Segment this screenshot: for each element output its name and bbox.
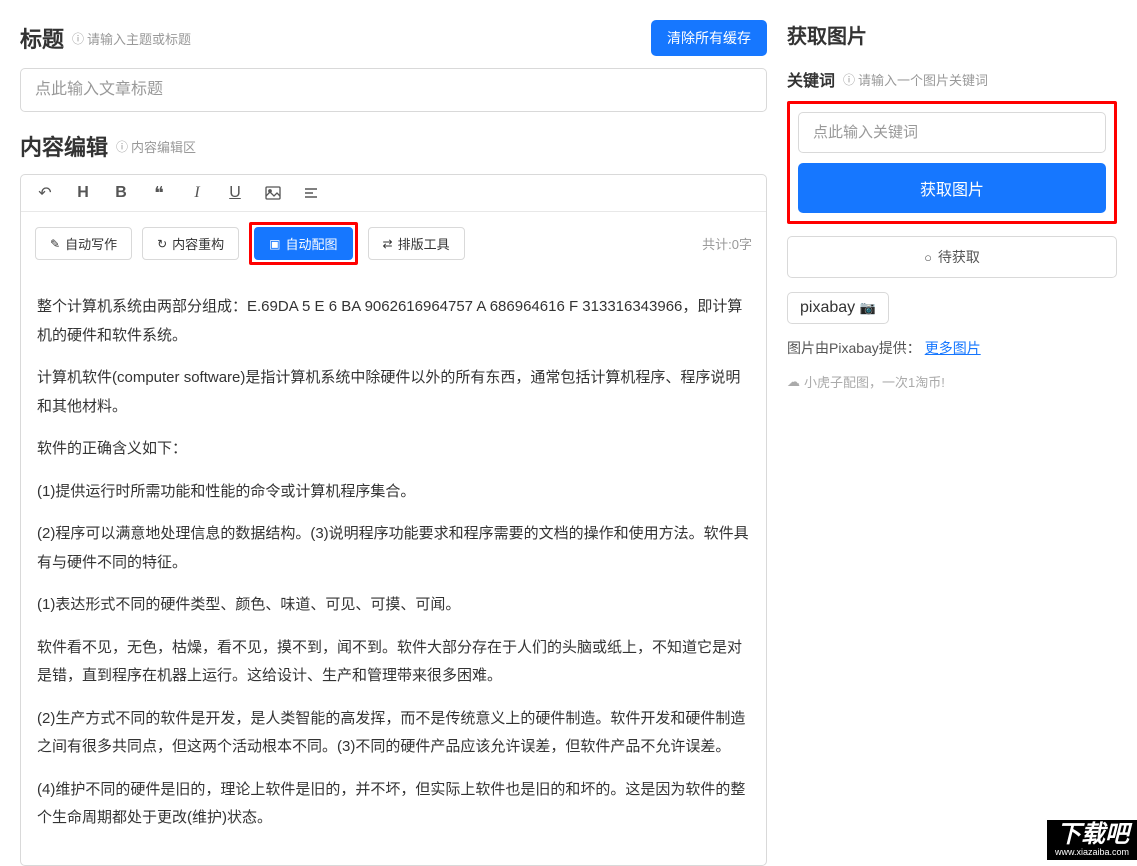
- provider-row: 图片由Pixabay提供： 更多图片: [787, 338, 1117, 358]
- word-count: 共计:0字: [702, 234, 752, 253]
- editor-paragraph: (2)生产方式不同的软件是开发，是人类智能的高发挥，而不是传统意义上的硬件制造。…: [37, 705, 750, 762]
- editor-box: ↶ H B ❝ I U ✎ 自动写作 ↻: [20, 174, 767, 866]
- keyword-label-row: 关键词 请输入一个图片关键词: [787, 67, 1117, 91]
- pencil-icon: ✎: [50, 237, 60, 251]
- editor-paragraph: (4)维护不同的硬件是旧的，理论上软件是旧的，并不坏，但实际上软件也是旧的和坏的…: [37, 776, 750, 833]
- layout-tool-button[interactable]: ⇄ 排版工具: [368, 227, 465, 260]
- bold-icon[interactable]: B: [111, 183, 131, 203]
- keyword-label: 关键词: [787, 67, 835, 91]
- undo-icon[interactable]: ↶: [35, 183, 55, 203]
- pixabay-badge: pixabay 📷: [787, 292, 889, 324]
- camera-icon: 📷: [860, 300, 876, 315]
- keyword-highlight-box: 获取图片: [787, 101, 1117, 224]
- editor-paragraph: (1)表达形式不同的硬件类型、颜色、味道、可见、可摸、可闻。: [37, 591, 750, 620]
- pending-button[interactable]: 待获取: [787, 236, 1117, 278]
- keyword-hint: 请输入一个图片关键词: [843, 70, 988, 89]
- keyword-input[interactable]: [798, 112, 1106, 153]
- editor-section-header: 内容编辑 内容编辑区: [20, 130, 767, 162]
- title-hint: 请输入主题或标题: [72, 29, 191, 48]
- align-icon[interactable]: [301, 183, 321, 203]
- heading-icon[interactable]: H: [73, 183, 93, 203]
- watermark: 下载吧 www.xiazaiba.com: [1047, 820, 1137, 860]
- article-title-input[interactable]: [20, 68, 767, 112]
- editor-hint: 内容编辑区: [116, 137, 196, 156]
- quote-icon[interactable]: ❝: [149, 183, 169, 203]
- editor-paragraph: 整个计算机系统由两部分组成：E.69DA 5 E 6 BA 9062616964…: [37, 293, 750, 350]
- clear-cache-button[interactable]: 清除所有缓存: [651, 20, 767, 56]
- underline-icon[interactable]: U: [225, 183, 245, 203]
- refresh-icon: ↻: [157, 237, 167, 251]
- more-images-link[interactable]: 更多图片: [925, 340, 981, 356]
- editor-paragraph: 软件看不见，无色，枯燥，看不见，摸不到，闻不到。软件大部分存在于人们的头脑或纸上…: [37, 634, 750, 691]
- editor-paragraph: (2)程序可以满意地处理信息的数据结构。(3)说明程序功能要求和程序需要的文档的…: [37, 520, 750, 577]
- title-section-header: 标题 请输入主题或标题 清除所有缓存: [20, 20, 767, 56]
- editor-label: 内容编辑: [20, 130, 108, 162]
- title-label: 标题: [20, 22, 64, 54]
- action-toolbar: ✎ 自动写作 ↻ 内容重构 ▣ 自动配图 ⇄ 排版工具 共计:0字: [21, 212, 766, 275]
- image-section-title: 获取图片: [787, 20, 1117, 49]
- auto-write-button[interactable]: ✎ 自动写作: [35, 227, 132, 260]
- editor-content[interactable]: 整个计算机系统由两部分组成：E.69DA 5 E 6 BA 9062616964…: [21, 275, 766, 865]
- layout-icon: ⇄: [383, 237, 393, 251]
- picture-icon: ▣: [269, 237, 280, 251]
- editor-paragraph: 软件的正确含义如下：: [37, 435, 750, 464]
- editor-paragraph: (1)提供运行时所需功能和性能的命令或计算机程序集合。: [37, 478, 750, 507]
- restructure-button[interactable]: ↻ 内容重构: [142, 227, 239, 260]
- footer-note: 小虎子配图，一次1淘币!: [787, 372, 1117, 391]
- format-toolbar: ↶ H B ❝ I U: [21, 175, 766, 212]
- auto-image-button[interactable]: ▣ 自动配图: [254, 227, 352, 260]
- auto-image-highlight: ▣ 自动配图: [249, 222, 357, 265]
- editor-paragraph: 计算机软件(computer software)是指计算机系统中除硬件以外的所有…: [37, 364, 750, 421]
- fetch-image-button[interactable]: 获取图片: [798, 163, 1106, 213]
- image-icon[interactable]: [263, 183, 283, 203]
- italic-icon[interactable]: I: [187, 183, 207, 203]
